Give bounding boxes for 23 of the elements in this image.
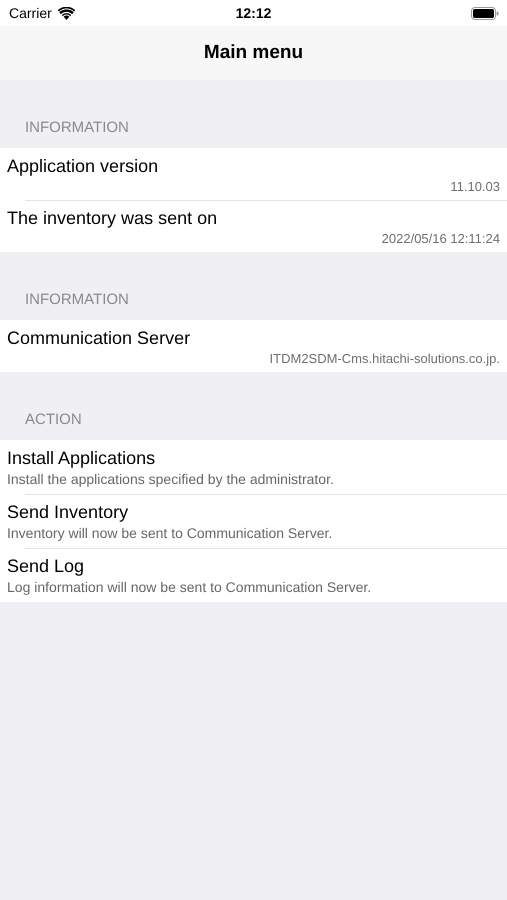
- row-title: Communication Server: [7, 327, 192, 350]
- row-title: Install Applications: [7, 447, 156, 470]
- action-row[interactable]: Send Inventory Inventory will now be sent to Communication Server.: [0, 494, 507, 548]
- carrier-label: Carrier: [9, 5, 52, 21]
- action-row[interactable]: Install Applications Install the applications specified by the administrator.: [0, 440, 507, 494]
- row-value: 11.10.03: [450, 178, 500, 196]
- row-title: Application version: [7, 155, 160, 178]
- row-title: Send Log: [7, 555, 86, 578]
- section-header: ACTION: [25, 411, 82, 428]
- row-title: Send Inventory: [7, 501, 130, 524]
- row-subtitle: Install the applications specified by the administrator.: [7, 470, 335, 488]
- row-value: ITDM2SDM-Cms.hitachi-solutions.co.jp.: [270, 350, 500, 368]
- row-value: 2022/05/16 12:11:24: [382, 230, 500, 248]
- row-title: The inventory was sent on: [7, 207, 218, 230]
- wifi-icon: [58, 6, 75, 20]
- row-subtitle: Inventory will now be sent to Communication Server.: [7, 524, 334, 542]
- nav-title: Main menu: [204, 42, 304, 64]
- section-header: INFORMATION: [25, 119, 129, 136]
- battery-icon: [471, 6, 499, 20]
- row-subtitle: Log information will now be sent to Communication Server.: [7, 578, 372, 596]
- clock-time: 12:12: [236, 5, 272, 21]
- section-header: INFORMATION: [25, 291, 129, 308]
- action-row[interactable]: Send Log Log information will now be sent to Communication Server.: [0, 548, 507, 602]
